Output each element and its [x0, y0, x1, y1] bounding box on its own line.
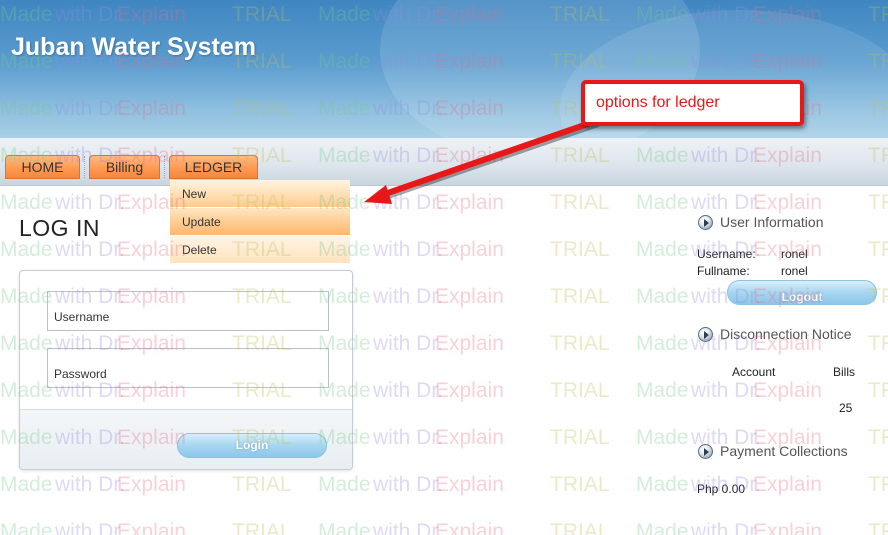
watermark-text: TRIAL [868, 191, 888, 214]
ledger-menu-delete[interactable]: Delete [170, 236, 350, 264]
watermark-text: Explain [117, 473, 186, 496]
nav-tab-billing[interactable]: Billing [89, 155, 160, 179]
fullname-label: Fullname: [697, 264, 750, 278]
watermark-text: with Dr. [373, 332, 444, 355]
watermark-text: with Dr. [691, 520, 762, 535]
watermark-text: TRIAL [232, 473, 292, 496]
watermark-text: with Dr. [55, 473, 126, 496]
watermark-text: Made [318, 520, 371, 535]
payment-collections-heading: Payment Collections [698, 443, 848, 459]
username-label: Username: [697, 247, 756, 261]
watermark-text: Explain [435, 285, 504, 308]
watermark-text: Made [636, 473, 689, 496]
column-header-bills: Bills [833, 365, 856, 379]
watermark-text: TRIAL [232, 520, 292, 535]
watermark-text: Made [636, 520, 689, 535]
watermark-text: Explain [435, 379, 504, 402]
watermark-text: TRIAL [868, 238, 888, 261]
watermark-text: Explain [435, 238, 504, 261]
ledger-dropdown-menu: New Update Delete [170, 180, 350, 264]
ledger-menu-update[interactable]: Update [170, 208, 350, 236]
watermark-text: Made [318, 473, 371, 496]
arrow-right-icon [698, 326, 713, 342]
watermark-text: with Dr. [373, 520, 444, 535]
login-button[interactable]: Login [177, 433, 327, 458]
watermark-text: with Dr. [373, 191, 444, 214]
watermark-text: Explain [753, 379, 822, 402]
watermark-text: TRIAL [550, 238, 610, 261]
nav-bar: HOME Billing LEDGER [0, 138, 888, 186]
nav-tab-ledger[interactable]: LEDGER [169, 155, 258, 179]
watermark-text: Explain [753, 520, 822, 535]
watermark-text: Explain [435, 426, 504, 449]
annotation-callout: options for ledger [581, 80, 804, 126]
watermark-text: Made [636, 332, 689, 355]
watermark-text: with Dr. [55, 520, 126, 535]
watermark-text: Made [636, 191, 689, 214]
login-title: LOG IN [19, 215, 100, 241]
watermark-text: with Dr. [373, 285, 444, 308]
watermark-text: with Dr. [55, 191, 126, 214]
watermark-text: TRIAL [550, 520, 610, 535]
watermark-text: with Dr. [373, 238, 444, 261]
watermark-text: TRIAL [868, 426, 888, 449]
nav-tab-home[interactable]: HOME [5, 155, 80, 179]
watermark-text: with Dr. [691, 191, 762, 214]
site-title: Juban Water System [11, 33, 256, 61]
watermark-text: with Dr. [691, 379, 762, 402]
watermark-text: Made [636, 238, 689, 261]
watermark-text: Explain [117, 520, 186, 535]
column-header-account: Account [732, 365, 776, 379]
username-value: ronel [781, 247, 808, 261]
fullname-value: ronel [781, 264, 808, 278]
watermark-text: with Dr. [373, 379, 444, 402]
callout-arrow-head [364, 185, 392, 204]
watermark-text: TRIAL [550, 332, 610, 355]
watermark-text: Explain [435, 332, 504, 355]
nav-separator [164, 156, 165, 178]
watermark-text: TRIAL [868, 520, 888, 535]
payment-total: Php 0.00 [697, 482, 746, 496]
watermark-text: Made [636, 285, 689, 308]
user-information-title: User Information [720, 214, 824, 230]
payment-collections-title: Payment Collections [720, 443, 848, 459]
watermark-text: TRIAL [868, 473, 888, 496]
watermark-text: Explain [753, 191, 822, 214]
watermark-text: TRIAL [550, 191, 610, 214]
arrow-right-icon [698, 443, 713, 459]
watermark-text: Explain [753, 473, 822, 496]
nav-separator [84, 156, 85, 178]
watermark-text: Explain [435, 191, 504, 214]
watermark-text: Made [0, 520, 53, 535]
watermark-text: TRIAL [550, 285, 610, 308]
watermark-text: Made [0, 191, 53, 214]
watermark-text: TRIAL [868, 379, 888, 402]
disconnection-notice-title: Disconnection Notice [720, 326, 852, 342]
watermark-text: Made [0, 473, 53, 496]
watermark-text: with Dr. [373, 473, 444, 496]
watermark-text: with Dr. [373, 426, 444, 449]
user-information-heading: User Information [698, 214, 823, 230]
login-panel: Login [19, 270, 353, 470]
watermark-text: Made [636, 379, 689, 402]
watermark-text: Explain [435, 520, 504, 535]
username-input[interactable] [47, 291, 329, 331]
password-input[interactable] [47, 348, 329, 388]
watermark-text: Made [636, 426, 689, 449]
watermark-text: TRIAL [868, 332, 888, 355]
disconnection-notice-heading: Disconnection Notice [698, 326, 852, 342]
arrow-right-icon [698, 214, 713, 230]
watermark-text: TRIAL [550, 473, 610, 496]
watermark-text: Explain [435, 473, 504, 496]
disconnection-bills-cell: 25 [839, 401, 853, 415]
watermark-text: TRIAL [550, 379, 610, 402]
watermark-text: TRIAL [550, 426, 610, 449]
ledger-menu-new[interactable]: New [170, 180, 350, 208]
logout-button[interactable]: Logout [727, 280, 877, 305]
